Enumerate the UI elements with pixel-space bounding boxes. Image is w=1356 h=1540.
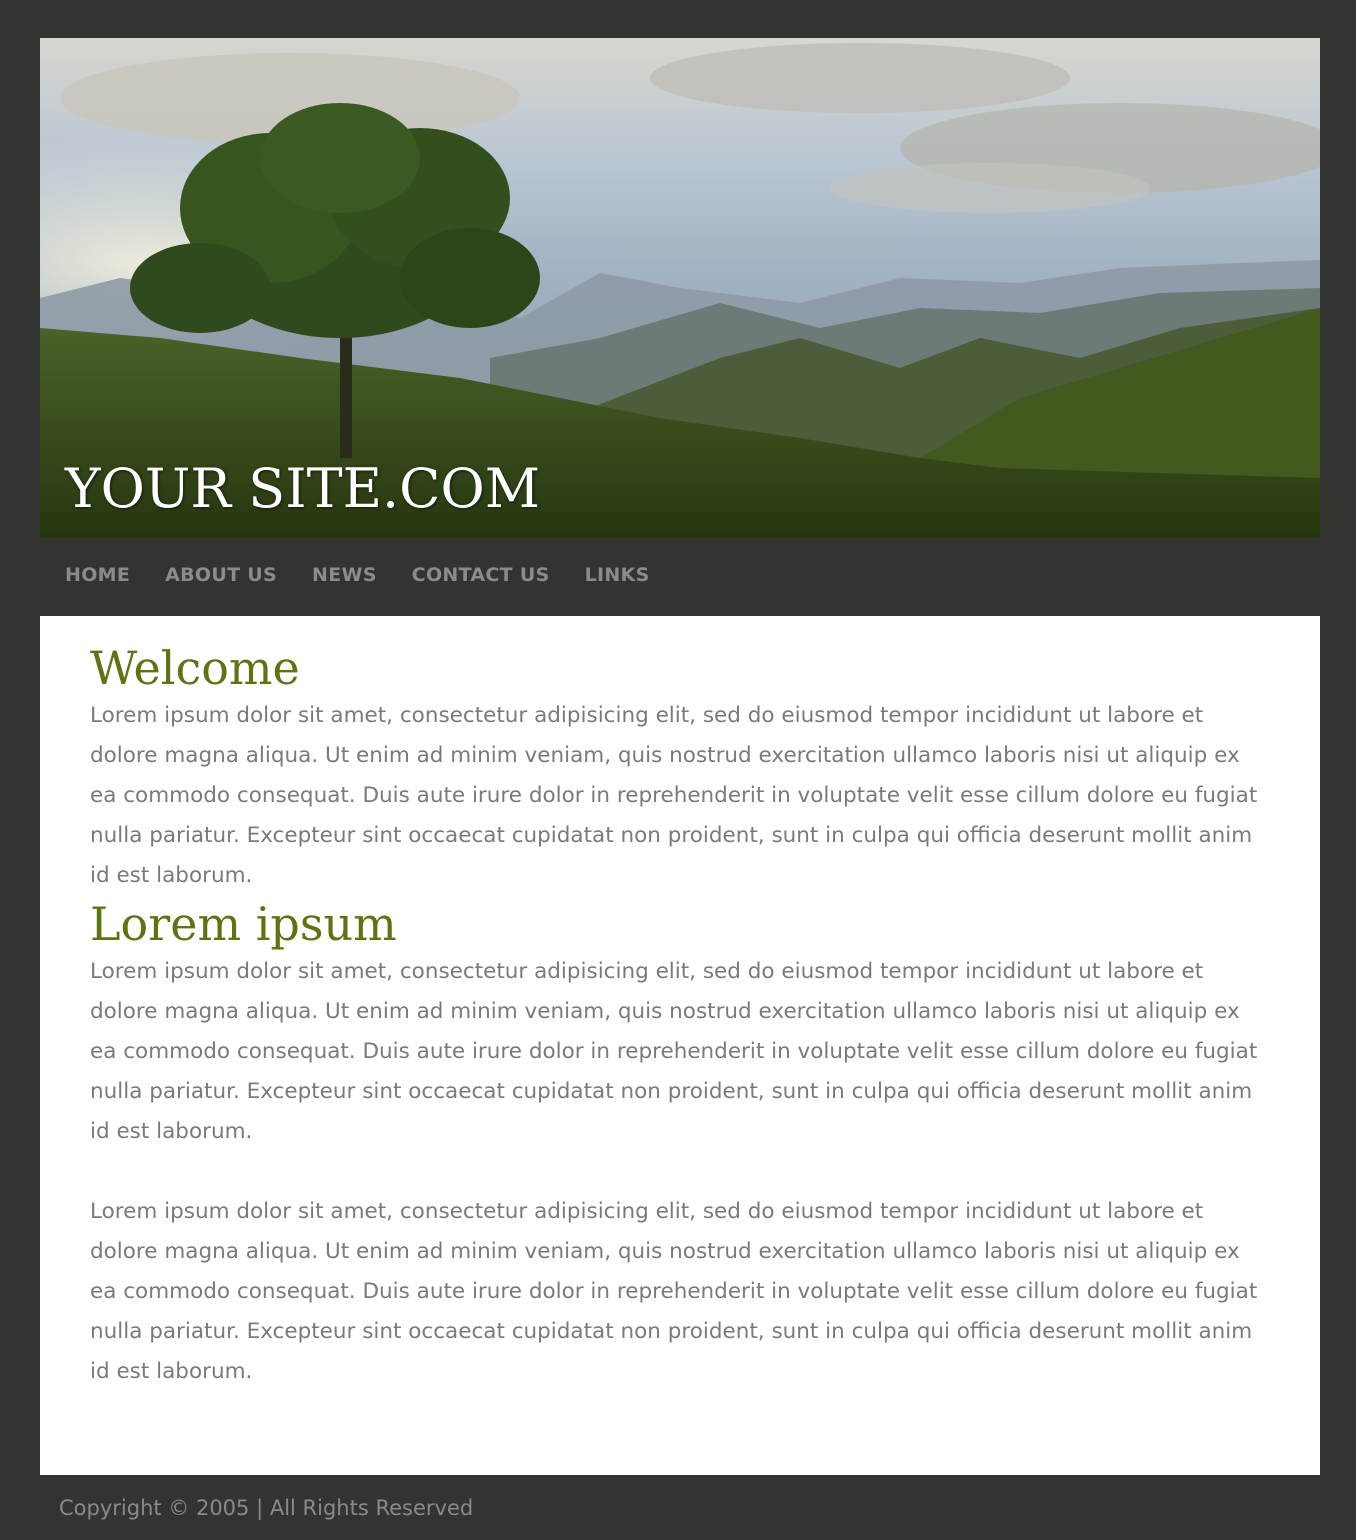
content-body: Welcome Lorem ipsum dolor sit amet, cons…: [90, 640, 1270, 1392]
section-paragraph: Lorem ipsum dolor sit amet, consectetur …: [90, 703, 1258, 888]
nav-item-links[interactable]: LINKS: [585, 564, 650, 586]
section-paragraph: Lorem ipsum dolor sit amet, consectetur …: [90, 1199, 1258, 1384]
nav-item-news[interactable]: NEWS: [312, 564, 377, 586]
main-nav: HOME ABOUT US NEWS CONTACT US LINKS: [65, 560, 685, 590]
main-content: Welcome Lorem ipsum dolor sit amet, cons…: [40, 616, 1320, 1475]
nav-item-about-us[interactable]: ABOUT US: [165, 564, 277, 586]
nav-item-contact-us[interactable]: CONTACT US: [412, 564, 550, 586]
nav-item-home[interactable]: HOME: [65, 564, 130, 586]
section-paragraph: Lorem ipsum dolor sit amet, consectetur …: [90, 959, 1258, 1144]
footer-copyright: Copyright © 2005 | All Rights Reserved: [59, 1496, 474, 1520]
section-heading-lorem-ipsum: Lorem ipsum: [90, 897, 397, 951]
header-banner: YOUR SITE.COM: [40, 38, 1320, 538]
section-heading-welcome: Welcome: [90, 641, 300, 695]
site-title[interactable]: YOUR SITE.COM: [65, 462, 540, 516]
